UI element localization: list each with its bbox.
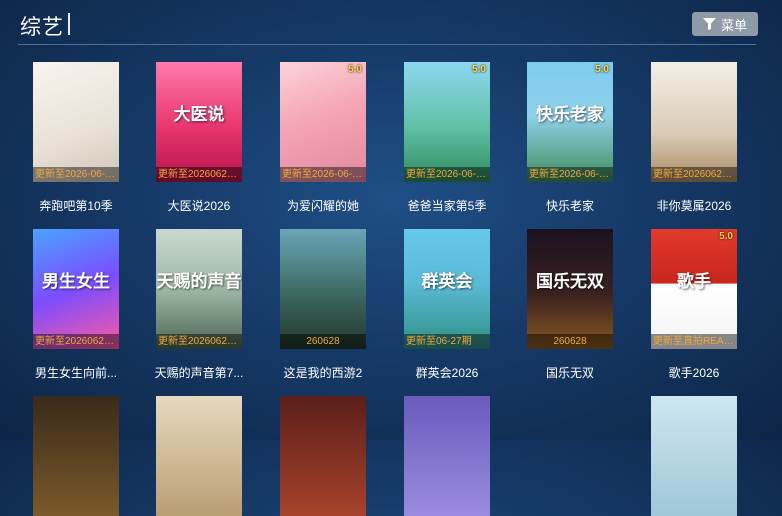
- poster-art-text: 天赐的声音: [156, 272, 242, 292]
- show-card[interactable]: 5.0 更新至2026-06-2... 爸爸当家第5季: [404, 62, 490, 214]
- poster: 天赐的声音 更新至20260629...: [156, 229, 242, 349]
- show-title: 国乐无双: [545, 366, 594, 380]
- poster: 260628: [280, 229, 366, 349]
- update-status: 更新至2026-06-2...: [527, 167, 613, 182]
- rating-badge: 5.0: [719, 231, 733, 242]
- show-card[interactable]: 国乐无双 260628 国乐无双: [527, 229, 613, 381]
- show-card[interactable]: [156, 396, 242, 516]
- rating-badge: 5.0: [595, 64, 609, 75]
- poster-art: [280, 396, 366, 516]
- show-title: 为爱闪耀的她: [286, 199, 359, 213]
- show-card[interactable]: 5.0 更新至2026-06-2... 为爱闪耀的她: [280, 62, 366, 214]
- update-status: 更新至20260629...: [33, 334, 119, 349]
- show-card[interactable]: [280, 396, 366, 516]
- show-card[interactable]: 群英会 更新至06-27期 群英会2026: [404, 229, 490, 381]
- poster-art: [280, 229, 366, 349]
- update-status: 更新至2026-06-2...: [404, 167, 490, 182]
- show-card[interactable]: 260628 这是我的西游2: [280, 229, 366, 381]
- show-title: 天赐的声音第7...: [154, 366, 244, 380]
- poster-art-text: 国乐无双: [536, 272, 604, 292]
- update-status: 更新至2026-06-2...: [280, 167, 366, 182]
- poster: 歌手 5.0 更新至直拍REAC...: [651, 229, 737, 349]
- poster-art-text: 男生女生: [42, 272, 110, 292]
- show-card[interactable]: 更新至2026-06-2... 奔跑吧第10季: [33, 62, 119, 214]
- poster: [156, 396, 242, 516]
- poster-art: [404, 396, 490, 516]
- poster: 快乐老家 5.0 更新至2026-06-2...: [527, 62, 613, 182]
- rating-badge: 5.0: [348, 64, 362, 75]
- show-card[interactable]: 男生女生 更新至20260629... 男生女生向前...: [33, 229, 119, 381]
- poster-art-text: 群英会: [421, 272, 473, 292]
- show-title: 男生女生向前...: [34, 366, 117, 380]
- poster-art: [33, 62, 119, 182]
- show-title: 大医说2026: [167, 199, 231, 213]
- show-card[interactable]: 天赐的声音 更新至20260629... 天赐的声音第7...: [155, 229, 243, 381]
- rating-badge: 5.0: [472, 64, 486, 75]
- page-title: 综艺: [20, 16, 64, 39]
- show-card[interactable]: 快乐老家 5.0 更新至2026-06-2... 快乐老家: [527, 62, 613, 214]
- show-card[interactable]: 歌手 5.0 更新至直拍REAC... 歌手2026: [651, 229, 737, 381]
- update-status: 260628: [280, 334, 366, 349]
- update-status: 更新至20260628...: [156, 167, 242, 182]
- show-card[interactable]: [33, 396, 119, 516]
- show-card[interactable]: [651, 396, 737, 516]
- update-status: 更新至直拍REAC...: [651, 334, 737, 349]
- show-card[interactable]: 大医说 更新至20260628... 大医说2026: [156, 62, 242, 214]
- header: 综艺 菜单: [0, 0, 782, 46]
- poster: [33, 396, 119, 516]
- show-card[interactable]: 更新至20260621... 非你莫属2026: [651, 62, 737, 214]
- poster-art: [651, 62, 737, 182]
- poster-art: [156, 396, 242, 516]
- poster: 更新至20260621...: [651, 62, 737, 182]
- poster: 男生女生 更新至20260629...: [33, 229, 119, 349]
- title-cursor: [68, 13, 70, 35]
- poster-art-text: 快乐老家: [536, 105, 604, 125]
- poster: [651, 396, 737, 516]
- poster-art-text: 大医说: [173, 105, 225, 125]
- poster: 大医说 更新至20260628...: [156, 62, 242, 182]
- update-status: 更新至2026-06-2...: [33, 167, 119, 182]
- poster-art: [651, 396, 737, 516]
- poster-art: [280, 62, 366, 182]
- show-title: 群英会2026: [415, 366, 479, 380]
- update-status: 更新至20260621...: [651, 167, 737, 182]
- poster-art: [33, 396, 119, 516]
- header-divider: [18, 44, 756, 45]
- update-status: 更新至20260629...: [156, 334, 242, 349]
- show-title: 爸爸当家第5季: [407, 199, 487, 213]
- update-status: 更新至06-27期: [404, 334, 490, 349]
- poster: 5.0 更新至2026-06-2...: [280, 62, 366, 182]
- poster-art-text: 歌手: [677, 272, 711, 292]
- show-title: 歌手2026: [668, 366, 720, 380]
- show-title: 快乐老家: [545, 199, 594, 213]
- poster-art: [404, 62, 490, 182]
- poster: [404, 396, 490, 516]
- menu-button[interactable]: 菜单: [692, 12, 758, 36]
- filter-icon: [702, 18, 716, 30]
- show-title: 这是我的西游2: [283, 366, 363, 380]
- update-status: 260628: [527, 334, 613, 349]
- show-title: 非你莫属2026: [656, 199, 732, 213]
- show-card[interactable]: [404, 396, 490, 516]
- poster: 群英会 更新至06-27期: [404, 229, 490, 349]
- poster: 国乐无双 260628: [527, 229, 613, 349]
- show-title: 奔跑吧第10季: [39, 199, 113, 213]
- poster: 更新至2026-06-2...: [33, 62, 119, 182]
- poster: [280, 396, 366, 516]
- menu-button-label: 菜单: [720, 17, 747, 33]
- poster: 5.0 更新至2026-06-2...: [404, 62, 490, 182]
